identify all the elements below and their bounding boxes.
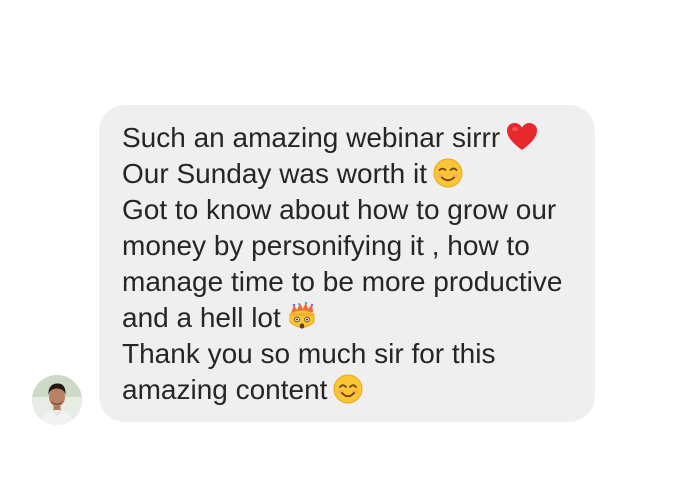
chat-screen: Such an amazing webinar sirrr Our Sunday… (0, 0, 700, 500)
message-line: Our Sunday was worth it (122, 156, 575, 192)
red-heart-icon (506, 122, 538, 152)
sender-avatar[interactable] (32, 375, 82, 425)
smiling-face-with-smiling-eyes-icon (333, 374, 363, 404)
message-line: Such an amazing webinar sirrr (122, 120, 575, 156)
message-bubble[interactable]: Such an amazing webinar sirrr Our Sunday… (99, 105, 595, 422)
message-line: and a hell lot (122, 300, 575, 336)
exploding-head-icon (287, 301, 317, 333)
message-line: Got to know about how to grow our (122, 194, 557, 225)
message-line: money by personifying it , how to (122, 230, 530, 261)
message-line: amazing content (122, 372, 575, 408)
message-line: Thank you so much sir for this (122, 338, 496, 369)
person-photo-icon (32, 375, 82, 425)
message-line: manage time to be more productive (122, 266, 563, 297)
smiling-face-icon (433, 158, 463, 188)
